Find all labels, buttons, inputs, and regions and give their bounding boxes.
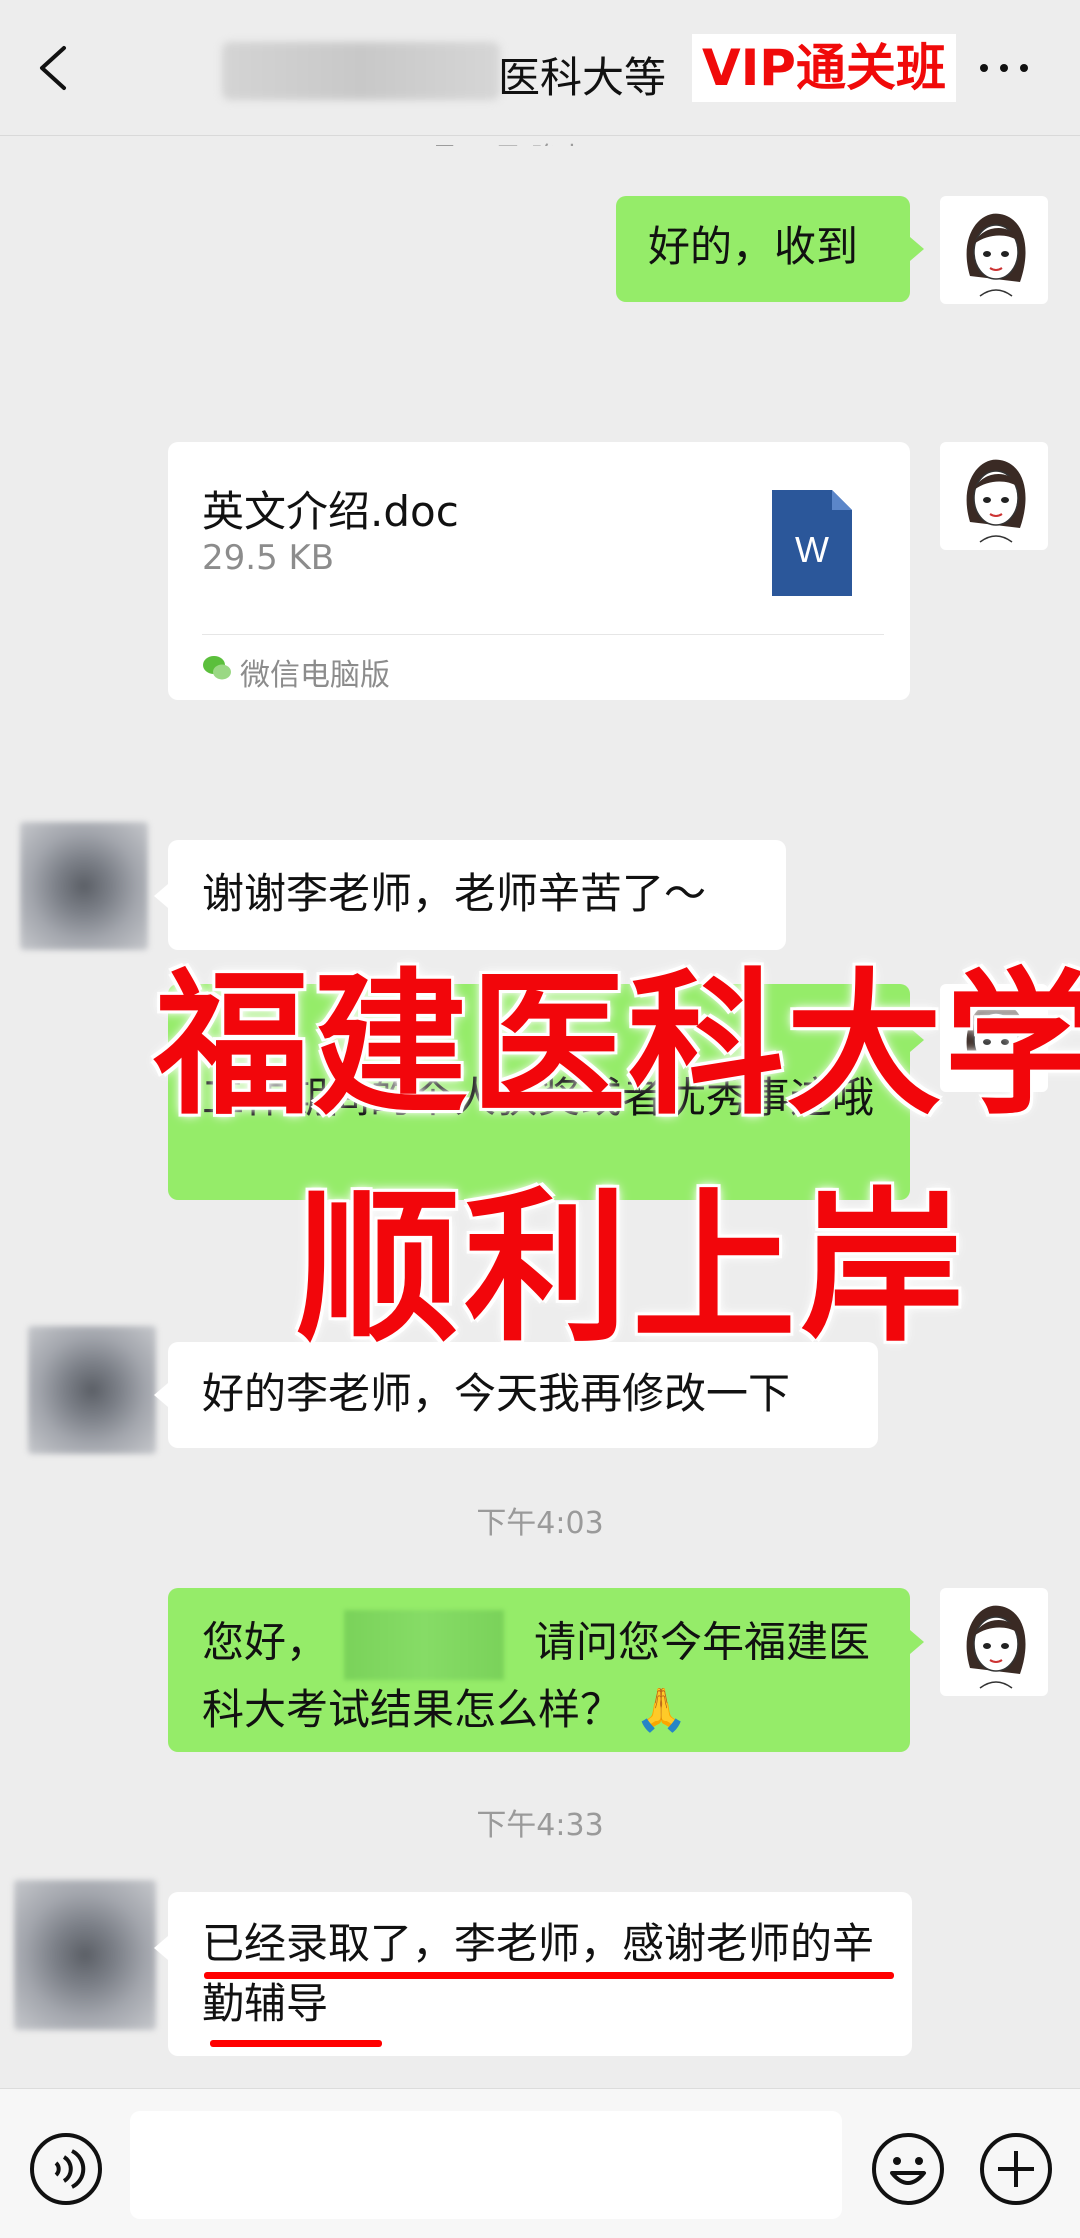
plus-icon[interactable] xyxy=(978,2131,1054,2207)
message-text: 谢谢李老师，老师辛苦了～ xyxy=(202,869,707,918)
avatar-drawing xyxy=(966,1605,1026,1689)
bubble-tail xyxy=(154,1383,168,1407)
redacted-name xyxy=(344,1610,505,1680)
message-input[interactable] xyxy=(130,2111,842,2219)
file-message-card[interactable]: 英文介绍.doc 29.5 KB W 微信电脑版 xyxy=(168,442,910,700)
message-bubble-outgoing[interactable]: 您好， 请问您今年福建医科大考试结果怎么样？ 🙏 xyxy=(168,1588,910,1752)
pray-emoji: 🙏 xyxy=(635,1685,688,1734)
message-bubble-outgoing[interactable]: 好的，收到 xyxy=(616,196,910,302)
emoji-icon[interactable] xyxy=(870,2131,946,2207)
avatar-contact[interactable] xyxy=(14,1880,156,2030)
message-text: 好的，收到 xyxy=(648,222,859,271)
blurred-name xyxy=(222,42,500,100)
message-text: 好的李老师，今天我再修改一下 xyxy=(202,1369,791,1418)
vip-badge: VIP通关班 xyxy=(692,34,956,102)
avatar-drawing xyxy=(966,459,1026,543)
file-size: 29.5 KB xyxy=(202,538,335,578)
timestamp: 下午4:33 xyxy=(476,1808,604,1843)
avatar-contact[interactable] xyxy=(28,1326,156,1454)
avatar-self[interactable] xyxy=(940,442,1048,550)
bubble-tail xyxy=(154,1936,168,1960)
bubble-tail xyxy=(154,884,168,908)
highlight-underline xyxy=(210,2040,382,2047)
chevron-left-icon[interactable] xyxy=(30,40,80,96)
message-text: 您好， xyxy=(202,1617,329,1667)
voice-icon[interactable] xyxy=(28,2131,104,2207)
word-document-icon: W xyxy=(772,490,852,596)
avatar-self[interactable] xyxy=(940,1588,1048,1696)
divider xyxy=(202,634,884,635)
bubble-tail xyxy=(910,237,924,261)
avatar-drawing xyxy=(966,213,1026,297)
svg-text:W: W xyxy=(795,529,829,570)
avatar-self[interactable] xyxy=(940,196,1048,304)
file-source: 微信电脑版 xyxy=(240,658,390,693)
wechat-icon xyxy=(203,656,231,680)
overlay-subheadline: 顺利上岸 xyxy=(295,1172,969,1365)
more-horizontal-icon[interactable] xyxy=(976,58,1032,78)
avatar-contact[interactable] xyxy=(20,822,148,950)
chat-screen: 医科大等 VIP通关班 5月15日 晚上19:09 好的，收到 xyxy=(0,0,1080,2238)
input-bar xyxy=(0,2088,1080,2238)
timestamp: 下午4:03 xyxy=(476,1506,604,1541)
timestamp-cut: 5月15日 晚上19:09 xyxy=(0,136,1080,146)
chat-title: 医科大等 xyxy=(498,53,667,102)
bubble-tail xyxy=(910,1630,924,1654)
overlay-headline: 福建医科大学 xyxy=(153,953,1080,1137)
file-name: 英文介绍.doc xyxy=(202,487,459,536)
chat-header: 医科大等 VIP通关班 xyxy=(0,0,1080,136)
highlight-underline xyxy=(204,1972,894,1979)
